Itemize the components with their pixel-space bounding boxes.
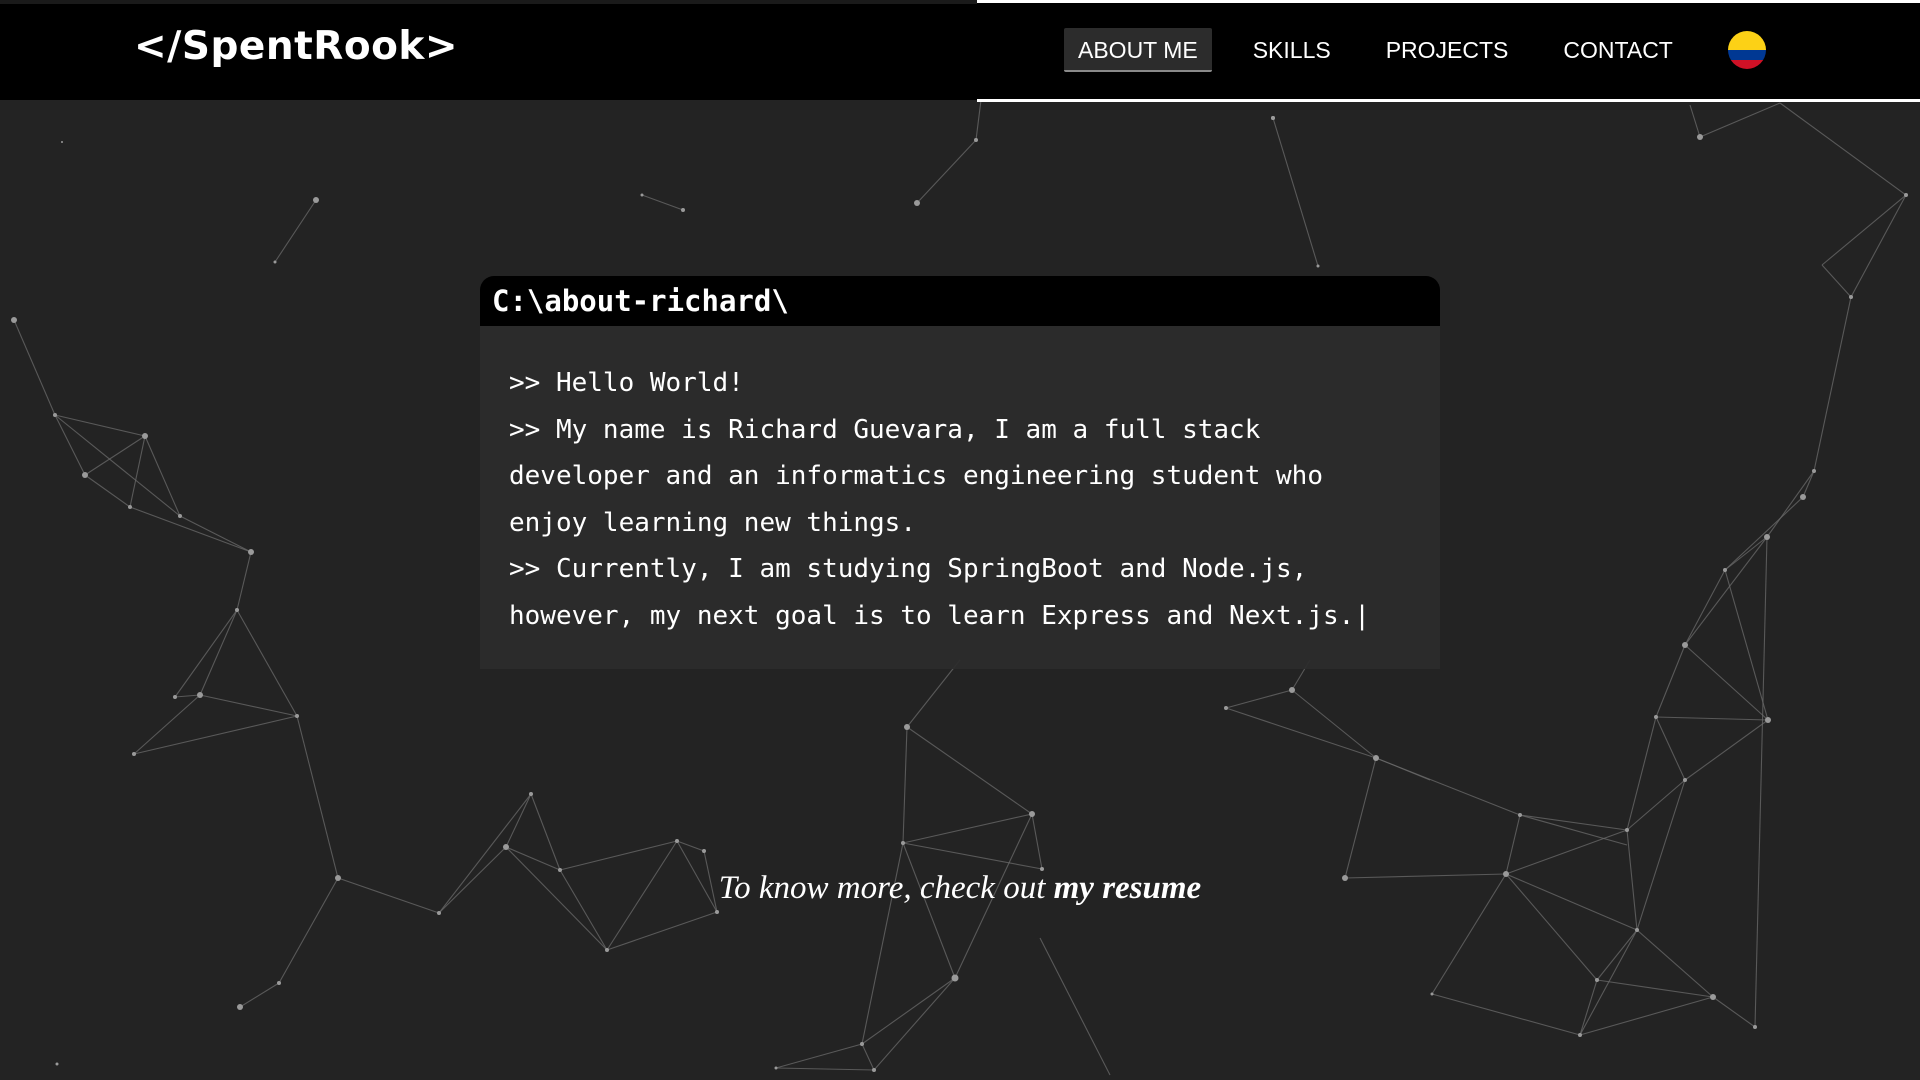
- terminal-body: >> Hello World! >> My name is Richard Gu…: [480, 326, 1440, 669]
- resume-call-to-action: To know more, check out my resume: [0, 870, 1920, 907]
- terminal-line-greeting: >> Hello World!: [509, 368, 744, 398]
- page: </SpentRook> ABOUT ME SKILLS PROJECTS CO…: [0, 0, 1920, 1080]
- terminal-window: C:\about-richard\ >> Hello World! >> My …: [480, 276, 1440, 669]
- nav-item-about-me[interactable]: ABOUT ME: [1064, 28, 1212, 72]
- site-logo[interactable]: </SpentRook>: [134, 24, 458, 69]
- top-navigation-bar: </SpentRook> ABOUT ME SKILLS PROJECTS CO…: [0, 0, 1920, 102]
- resume-cta-text: To know more, check out: [718, 870, 1046, 906]
- main-nav: ABOUT ME SKILLS PROJECTS CONTACT: [1064, 27, 1766, 73]
- flag-stripe-blue: [1727, 50, 1766, 60]
- flag-stripe-red: [1727, 59, 1766, 69]
- flag-stripe-yellow: [1727, 31, 1766, 50]
- terminal-title: C:\about-richard\: [492, 284, 789, 318]
- header-top-border-right: [977, 0, 1920, 3]
- colombia-flag-icon[interactable]: [1727, 31, 1766, 69]
- terminal-line-current-study: >> Currently, I am studying SpringBoot a…: [509, 546, 1411, 639]
- terminal-cursor: |: [1354, 600, 1370, 631]
- terminal-header: C:\about-richard\: [480, 276, 1440, 326]
- nav-item-projects[interactable]: PROJECTS: [1372, 28, 1523, 72]
- terminal-line-current-study-text: >> Currently, I am studying SpringBoot a…: [509, 554, 1355, 631]
- header-top-border-left: [0, 0, 977, 4]
- header-bottom-border-right: [977, 99, 1920, 102]
- nav-item-contact[interactable]: CONTACT: [1549, 28, 1686, 72]
- terminal-line-intro: >> My name is Richard Guevara, I am a fu…: [509, 414, 1323, 538]
- nav-item-skills[interactable]: SKILLS: [1239, 28, 1345, 72]
- resume-link[interactable]: my resume: [1054, 870, 1202, 906]
